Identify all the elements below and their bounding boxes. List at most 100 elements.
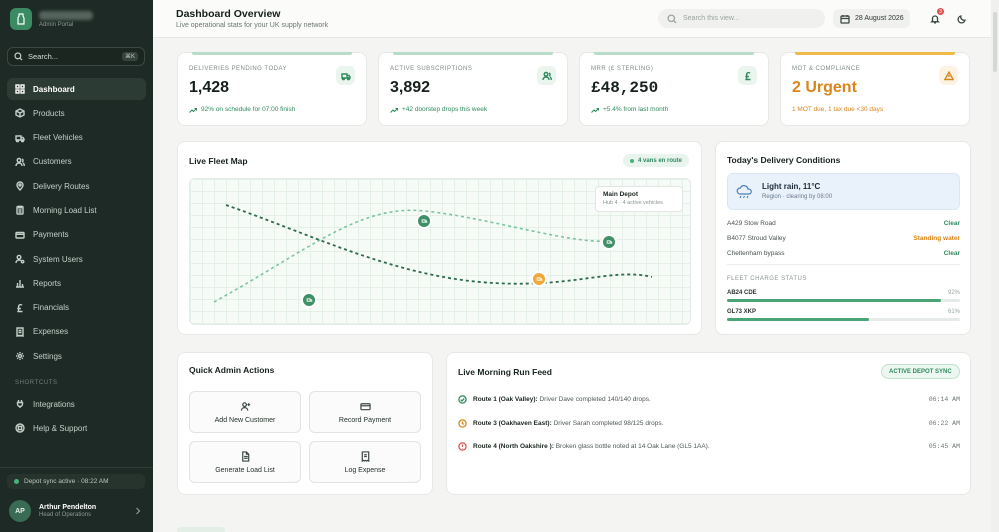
feed-time: 06:22 AM (928, 420, 960, 427)
search-shortcut-badge: ⌘K (121, 52, 138, 61)
sidebar-item-customers[interactable]: Customers (7, 151, 146, 173)
weather-summary: Light rain, 11°C (762, 182, 821, 191)
stat-value: 3,892 (390, 79, 431, 96)
charge-row: AB24 CDE 92% (727, 290, 960, 302)
next-section-peek (177, 527, 225, 532)
van-marker-3-delayed[interactable] (531, 271, 547, 287)
sidebar-item-dashboard[interactable]: Dashboard (7, 78, 146, 100)
page-subtitle: Live operational stats for your UK suppl… (176, 22, 329, 29)
tooltip-subtitle: Hub 4 · 4 active vehicles (603, 200, 663, 206)
depot-sync-text: Depot sync active · 08:22 AM (24, 478, 109, 485)
sidebar-item-settings[interactable]: Settings (7, 345, 146, 367)
sidebar-item-help-support[interactable]: Help & Support (7, 417, 146, 439)
page-title: Dashboard Overview (176, 8, 281, 20)
date-picker[interactable]: 28 August 2026 (833, 9, 910, 28)
fleet-map[interactable]: Main Depot Hub 4 · 4 active vehicles (189, 178, 691, 325)
add-new-customer-button[interactable]: Add New Customer (189, 391, 301, 433)
feed-route: Route 4 (North Oakshire ): (473, 443, 554, 450)
charge-percent: 92% (947, 290, 960, 296)
sidebar-item-financials[interactable]: Financials (7, 297, 146, 319)
sidebar-item-payments[interactable]: Payments (7, 224, 146, 246)
van-marker-4[interactable] (301, 292, 317, 308)
stat-trend: +42 doorstep drops this week (390, 106, 487, 113)
sidebar-item-label: Expenses (33, 327, 69, 337)
stat-card-deliveries: DELIVERIES PENDING TODAY 1,428 92% on sc… (177, 52, 367, 126)
sidebar-item-morning-load-list[interactable]: Morning Load List (7, 199, 146, 221)
road-name: Cheltenham bypass (727, 250, 785, 257)
sidebar-item-label: Settings (33, 351, 62, 361)
user-cog-icon (15, 254, 25, 264)
scrollbar-thumb[interactable] (993, 12, 997, 72)
charge-row: GL73 XKP 61% (727, 309, 960, 321)
gear-icon (16, 352, 24, 361)
pound-icon (17, 303, 23, 312)
notifications-button[interactable]: 3 (925, 8, 944, 28)
divider (727, 264, 960, 265)
tooltip-title: Main Depot (603, 191, 639, 198)
sidebar-item-label: System Users (33, 254, 83, 264)
road-name: A429 Stow Road (727, 220, 776, 227)
sidebar-item-system-users[interactable]: System Users (7, 248, 146, 270)
generate-load-list-button[interactable]: Generate Load List (189, 441, 301, 483)
sidebar-item-fleet-vehicles[interactable]: Fleet Vehicles (7, 127, 146, 149)
road-status: Clear (943, 220, 960, 227)
sidebar-search[interactable]: Search... ⌘K (7, 47, 145, 66)
status-dot-icon (630, 158, 634, 163)
stat-trend-text: +42 doorstep drops this week (402, 106, 488, 113)
charge-percent: 61% (947, 309, 960, 315)
road-row: A429 Stow Road Clear (727, 220, 960, 227)
main-content: Dashboard Overview Live operational stat… (153, 0, 999, 532)
action-label: Record Payment (338, 416, 392, 424)
moon-icon (956, 14, 966, 24)
sidebar-item-label: Reports (33, 278, 62, 288)
sidebar-item-products[interactable]: Products (7, 102, 146, 124)
grid-icon (15, 84, 25, 94)
chevron-right-icon (136, 507, 141, 515)
log-expense-button[interactable]: Log Expense (309, 441, 421, 483)
delivery-conditions-card: Today's Delivery Conditions Light rain, … (715, 141, 971, 335)
main-depot-tooltip: Main Depot Hub 4 · 4 active vehicles (595, 186, 683, 212)
sidebar-item-delivery-routes[interactable]: Delivery Routes (7, 175, 146, 197)
road-name: B4077 Stroud Valley (727, 235, 786, 242)
depot-sync-status: Depot sync active · 08:22 AM (7, 474, 145, 489)
clock-icon (458, 419, 467, 428)
sidebar-item-label: Dashboard (33, 84, 75, 94)
user-plus-icon (240, 401, 250, 411)
brand[interactable]: Admin Portal (10, 8, 93, 30)
morning-run-feed-card: Live Morning Run Feed ACTIVE DEPOT SYNC … (446, 352, 971, 495)
fleet-map-title: Live Fleet Map (189, 156, 248, 166)
sidebar-item-reports[interactable]: Reports (7, 272, 146, 294)
vehicle-reg: GL73 XKP (727, 309, 757, 315)
vans-en-route-text: 4 vans en route (638, 157, 683, 164)
current-date: 28 August 2026 (855, 15, 904, 22)
sidebar-item-expenses[interactable]: Expenses (7, 321, 146, 343)
receipt-icon (16, 327, 24, 337)
vehicle-reg: AB24 CDE (727, 290, 757, 296)
scrollbar[interactable] (991, 0, 999, 532)
check-circle-icon (458, 395, 467, 404)
stat-value: £48,250 (591, 79, 659, 97)
record-payment-button[interactable]: Record Payment (309, 391, 421, 433)
stat-card-mrr: MRR (£ STERLING) £48,250 +5.4% from last… (579, 52, 769, 126)
document-icon (241, 450, 249, 462)
theme-toggle-button[interactable] (952, 9, 971, 28)
box-icon (15, 108, 25, 119)
sidebar-search-placeholder: Search... (28, 52, 59, 61)
feed-row: Route 3 (Oakhaven East): Driver Sarah co… (458, 419, 960, 428)
road-status: Standing water (913, 235, 960, 242)
trend-up-icon (591, 107, 599, 113)
truck-icon (336, 66, 355, 85)
van-marker-2[interactable] (601, 234, 617, 250)
plug-icon (16, 400, 24, 408)
map-pin-icon (16, 181, 24, 192)
user-profile[interactable]: AP Arthur Pendelton Head of Operations (9, 500, 141, 522)
sidebar-item-integrations[interactable]: Integrations (7, 393, 146, 415)
stat-card-subscriptions: ACTIVE SUBSCRIPTIONS 3,892 +42 doorstep … (378, 52, 568, 126)
view-search-input[interactable]: Search this view... (658, 9, 825, 28)
stat-alert-text: 1 MOT due, 1 tax due <30 days (792, 106, 884, 113)
sidebar-item-label: Payments (33, 230, 69, 240)
van-marker-1[interactable] (416, 213, 432, 229)
feed-time: 05:45 AM (928, 443, 960, 450)
warning-icon (939, 66, 958, 85)
stat-value: 2 Urgent (792, 79, 857, 96)
